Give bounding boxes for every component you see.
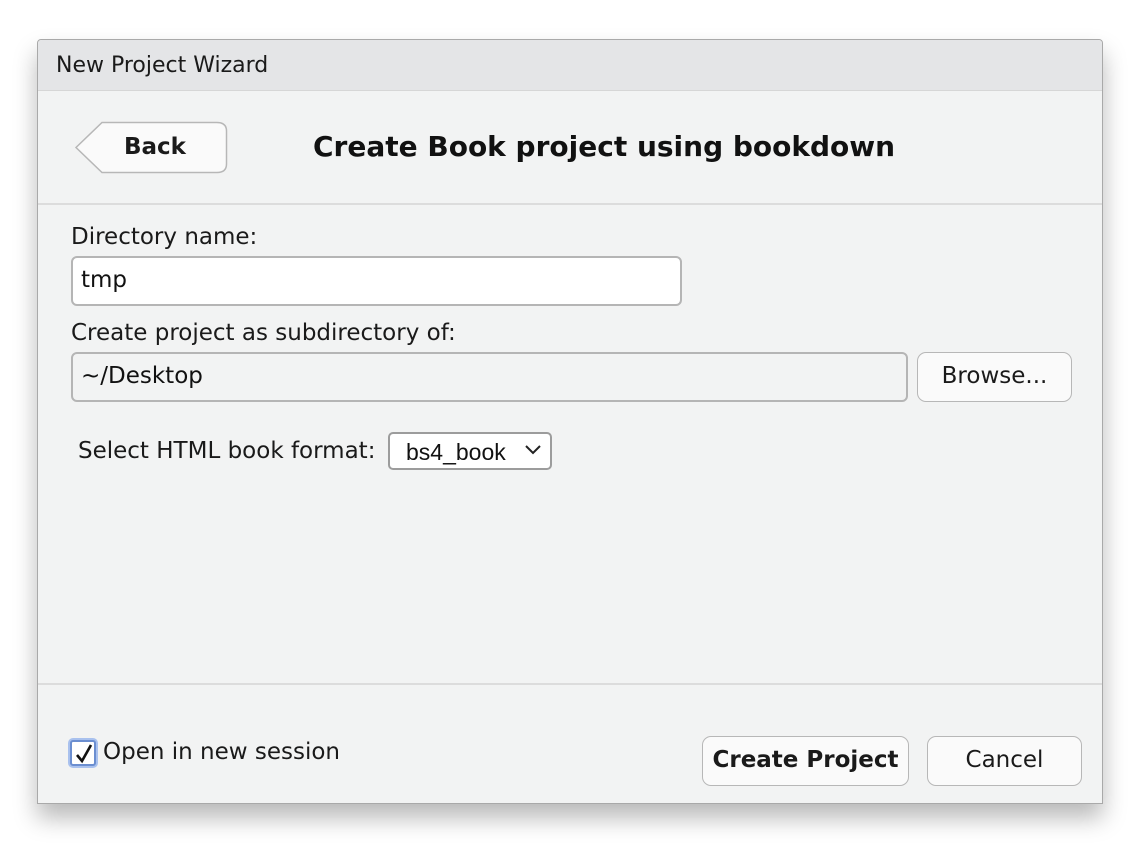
book-format-label: Select HTML book format: [78, 438, 376, 464]
directory-name-value: tmp [81, 267, 128, 293]
cancel-button[interactable]: Cancel [927, 736, 1082, 786]
back-button[interactable]: Back [74, 121, 228, 174]
browse-button[interactable]: Browse... [917, 352, 1072, 402]
window-title: New Project Wizard [56, 53, 269, 78]
parent-directory-label: Create project as subdirectory of: [71, 320, 456, 346]
checkmark-icon [76, 744, 93, 764]
directory-name-label: Directory name: [71, 224, 258, 250]
footer-divider [38, 683, 1102, 685]
parent-directory-field[interactable]: ~/Desktop [71, 352, 908, 402]
browse-button-label: Browse... [941, 363, 1048, 389]
chevron-down-icon [525, 445, 541, 455]
create-project-label: Create Project [712, 747, 899, 773]
title-bar: New Project Wizard [38, 40, 1102, 91]
header-divider [38, 203, 1102, 205]
back-button-label: Back [124, 134, 186, 160]
new-project-wizard-dialog: New Project Wizard Back Create Book proj… [37, 39, 1103, 804]
page-title: Create Book project using bookdown [313, 130, 896, 163]
parent-directory-value: ~/Desktop [81, 363, 203, 389]
book-format-selected: bs4_book [406, 439, 506, 465]
cancel-label: Cancel [965, 747, 1044, 773]
book-format-select[interactable]: bs4_book [388, 432, 552, 470]
open-in-new-session-checkbox[interactable] [70, 740, 96, 766]
open-in-new-session-label[interactable]: Open in new session [103, 739, 340, 765]
directory-name-input[interactable]: tmp [71, 256, 682, 306]
create-project-button[interactable]: Create Project [702, 736, 909, 786]
